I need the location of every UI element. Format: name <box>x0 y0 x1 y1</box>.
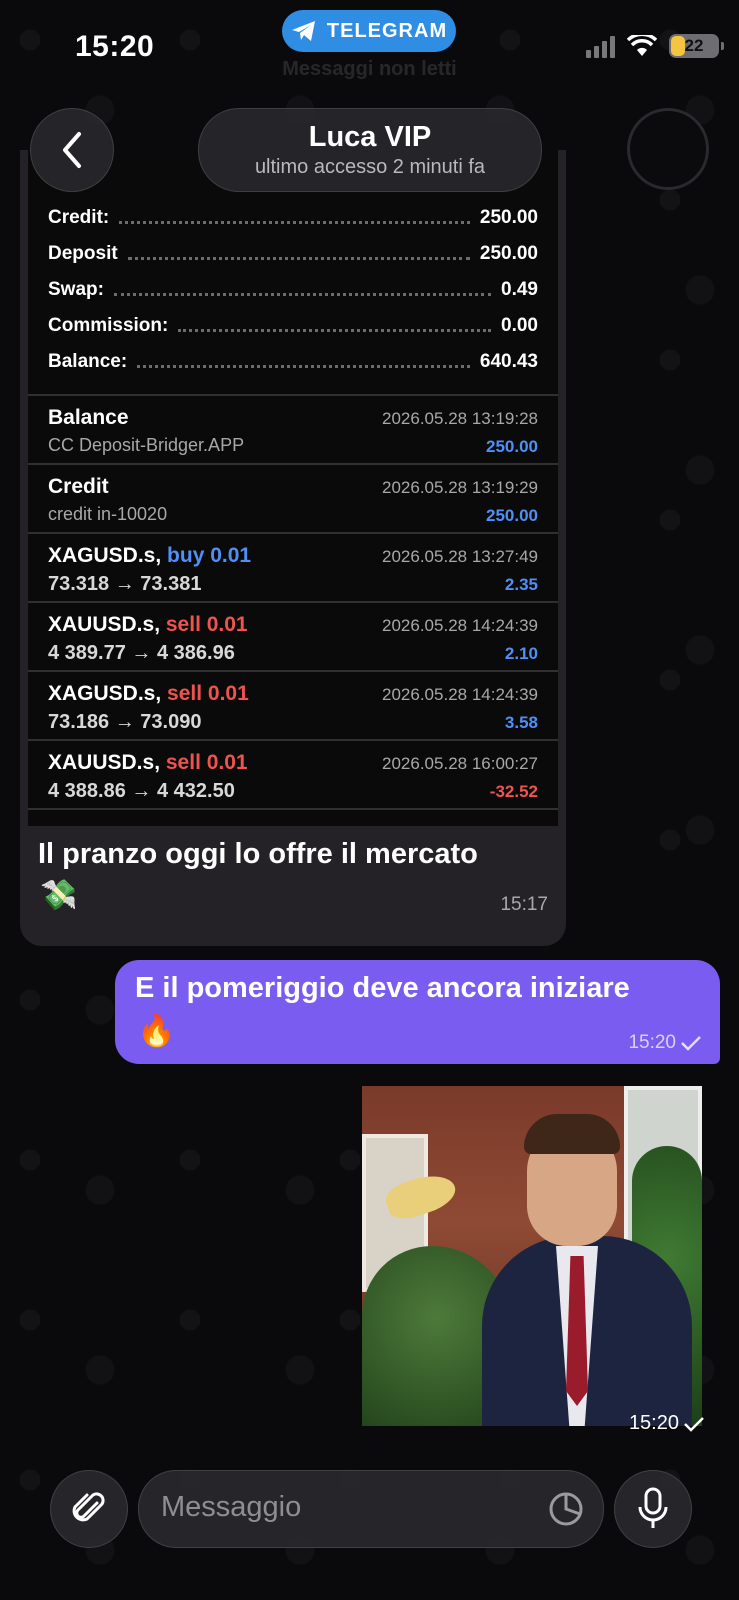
incoming-message[interactable]: Credit: 250.00 Deposit 250.00 Swap: 0.49 Co… <box>20 150 566 946</box>
summary-row: Swap: 0.49 <box>48 279 538 300</box>
return-to-app-pill[interactable]: TELEGRAM <box>282 10 456 52</box>
message-input[interactable]: Messaggio <box>138 1470 604 1548</box>
telegram-icon <box>291 21 315 41</box>
history-entry: Balance CC Deposit-Bridger.APP 2026.05.2… <box>48 406 538 456</box>
battery-icon: 22 <box>669 34 724 58</box>
history-entry: XAGUSD.s, sell 0.01 73.186 → 73.090 2026… <box>48 682 538 733</box>
message-time: 15:20 <box>628 1032 676 1053</box>
return-to-app-label: TELEGRAM <box>326 19 448 42</box>
status-indicators: 22 <box>586 34 724 58</box>
read-check-icon <box>681 1036 701 1051</box>
money-wings-emoji: 💸 <box>40 879 78 912</box>
summary-row: Deposit 250.00 <box>48 243 538 264</box>
avatar[interactable] <box>627 108 709 190</box>
paperclip-icon <box>72 1492 105 1522</box>
summary-row: Credit: 250.00 <box>48 207 538 228</box>
chat-header[interactable]: Luca VIP ultimo accesso 2 minuti fa <box>198 108 542 192</box>
chat-name: Luca VIP <box>308 121 432 153</box>
message-input-placeholder: Messaggio <box>161 1491 302 1523</box>
sticker-icon[interactable] <box>547 1490 585 1528</box>
summary-row: Commission: 0.00 <box>48 315 538 336</box>
message-time: 15:17 <box>500 894 548 915</box>
outgoing-message[interactable]: E il pomeriggio deve ancora iniziare 🔥 1… <box>115 960 720 1064</box>
message-time: 15:20 <box>628 1412 679 1434</box>
microphone-icon <box>638 1487 668 1528</box>
history-entry: Credit credit in-10020 2026.05.28 13:19:… <box>48 475 538 525</box>
attach-button[interactable] <box>50 1470 128 1548</box>
summary-row: Balance: 640.43 <box>48 351 538 372</box>
cellular-signal-icon <box>586 34 615 58</box>
message-text: E il pomeriggio deve ancora iniziare <box>135 972 630 1004</box>
fire-emoji: 🔥 <box>137 1013 176 1048</box>
message-text: Il pranzo oggi lo offre il mercato <box>38 838 478 870</box>
microphone-button[interactable] <box>614 1470 692 1548</box>
wifi-icon <box>627 35 657 56</box>
chevron-left-icon <box>63 132 81 168</box>
background-title: Messaggi non letti <box>282 58 457 80</box>
gif-time-row: 15:20 <box>629 1412 705 1435</box>
read-check-icon <box>684 1416 704 1432</box>
history-entry: XAGUSD.s, buy 0.01 73.318 → 73.381 2026.… <box>48 544 538 595</box>
back-button[interactable] <box>30 108 114 192</box>
history-entry: XAUUSD.s, sell 0.01 4 388.86 → 4 432.50 … <box>48 751 538 802</box>
message-time-row: 15:20 <box>628 1032 702 1054</box>
gif-message[interactable] <box>362 1086 702 1426</box>
battery-level: 22 <box>684 36 704 55</box>
chat-status: ultimo accesso 2 minuti fa <box>254 156 486 178</box>
history-entry: XAUUSD.s, sell 0.01 4 389.77 → 4 386.96 … <box>48 613 538 664</box>
trading-report-image[interactable]: Credit: 250.00 Deposit 250.00 Swap: 0.49 Co… <box>28 150 558 826</box>
